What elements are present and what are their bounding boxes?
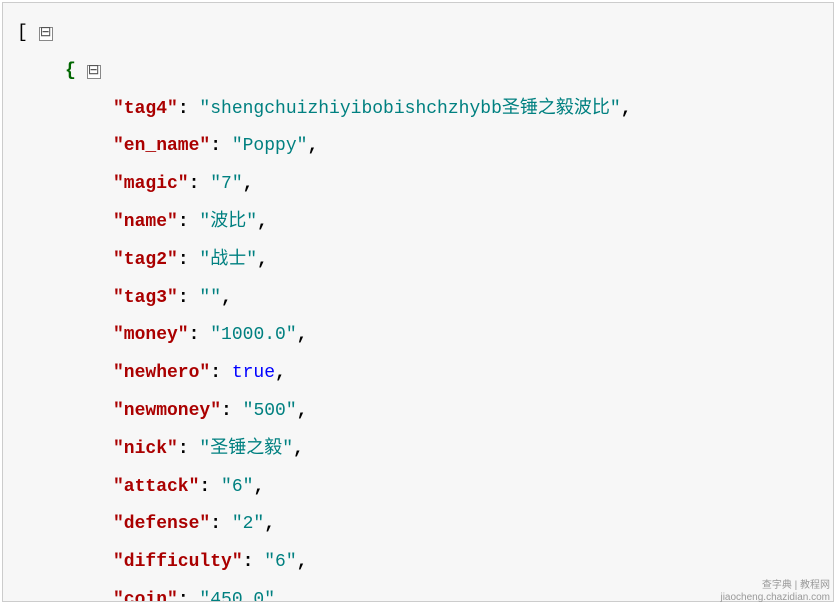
- json-key: "newmoney": [113, 401, 221, 421]
- json-value: "战士": [199, 250, 257, 270]
- colon: :: [178, 590, 200, 602]
- colon: :: [243, 552, 265, 572]
- collapse-icon[interactable]: ⊟: [87, 65, 101, 79]
- array-open-bracket: [: [17, 23, 28, 43]
- json-key: "name": [113, 212, 178, 232]
- json-value: "Poppy": [232, 136, 308, 156]
- colon: :: [178, 99, 200, 119]
- colon: :: [178, 212, 200, 232]
- colon: :: [178, 250, 200, 270]
- object-open-brace: {: [65, 61, 76, 81]
- comma: ,: [293, 439, 304, 459]
- comma: ,: [221, 288, 232, 308]
- json-key: "nick": [113, 439, 178, 459]
- comma: ,: [297, 325, 308, 345]
- comma: ,: [253, 477, 264, 497]
- colon: :: [189, 325, 211, 345]
- json-value: "圣锤之毅": [199, 439, 293, 459]
- json-key: "defense": [113, 514, 210, 534]
- json-key: "magic": [113, 174, 189, 194]
- json-property-row: "magic": "7",: [17, 166, 823, 204]
- comma: ,: [307, 136, 318, 156]
- colon: :: [221, 401, 243, 421]
- comma: ,: [264, 514, 275, 534]
- json-key: "en_name": [113, 136, 210, 156]
- json-value: "500": [243, 401, 297, 421]
- comma: ,: [297, 401, 308, 421]
- comma: ,: [257, 212, 268, 232]
- json-property-row: "difficulty": "6",: [17, 544, 823, 582]
- json-property-row: "newhero": true,: [17, 355, 823, 393]
- collapse-icon[interactable]: ⊟: [39, 27, 53, 41]
- json-property-row: "newmoney": "500",: [17, 393, 823, 431]
- json-property-row: "nick": "圣锤之毅",: [17, 431, 823, 469]
- json-value: "6": [264, 552, 296, 572]
- watermark-line: jiaocheng.chazidian.com: [720, 592, 830, 604]
- json-key: "tag4": [113, 99, 178, 119]
- json-value: "shengchuizhiyibobishchzhybb圣锤之毅波比": [199, 99, 620, 119]
- json-key: "newhero": [113, 363, 210, 383]
- json-property-row: "attack": "6",: [17, 469, 823, 507]
- colon: :: [178, 288, 200, 308]
- json-property-row: "tag3": "",: [17, 280, 823, 318]
- json-value: "6": [221, 477, 253, 497]
- json-property-row: "defense": "2",: [17, 506, 823, 544]
- json-value: "450.0": [199, 590, 275, 602]
- comma: ,: [275, 590, 286, 602]
- watermark: 查字典 | 教程网 jiaocheng.chazidian.com: [720, 580, 830, 604]
- array-open-row: [ ⊟: [17, 15, 823, 53]
- comma: ,: [243, 174, 254, 194]
- json-value: "波比": [199, 212, 257, 232]
- colon: :: [199, 477, 221, 497]
- json-key: "tag3": [113, 288, 178, 308]
- colon: :: [210, 363, 232, 383]
- json-key: "difficulty": [113, 552, 243, 572]
- json-property-row: "tag2": "战士",: [17, 242, 823, 280]
- json-property-row: "coin": "450.0",: [17, 582, 823, 602]
- json-property-row: "tag4": "shengchuizhiyibobishchzhybb圣锤之毅…: [17, 91, 823, 129]
- json-value: true: [232, 363, 275, 383]
- colon: :: [210, 514, 232, 534]
- json-key: "attack": [113, 477, 199, 497]
- colon: :: [189, 174, 211, 194]
- json-key: "tag2": [113, 250, 178, 270]
- json-key: "coin": [113, 590, 178, 602]
- json-viewer: [ ⊟ { ⊟ "tag4": "shengchuizhiyibobishchz…: [2, 2, 834, 602]
- comma: ,: [257, 250, 268, 270]
- comma: ,: [297, 552, 308, 572]
- json-key: "money": [113, 325, 189, 345]
- comma: ,: [621, 99, 632, 119]
- json-value: "7": [210, 174, 242, 194]
- object-open-row: { ⊟: [17, 53, 823, 91]
- json-property-row: "en_name": "Poppy",: [17, 128, 823, 166]
- colon: :: [210, 136, 232, 156]
- comma: ,: [275, 363, 286, 383]
- json-value: "": [199, 288, 221, 308]
- json-value: "1000.0": [210, 325, 296, 345]
- json-property-row: "money": "1000.0",: [17, 317, 823, 355]
- watermark-line: 查字典 | 教程网: [720, 580, 830, 592]
- json-value: "2": [232, 514, 264, 534]
- json-property-row: "name": "波比",: [17, 204, 823, 242]
- colon: :: [178, 439, 200, 459]
